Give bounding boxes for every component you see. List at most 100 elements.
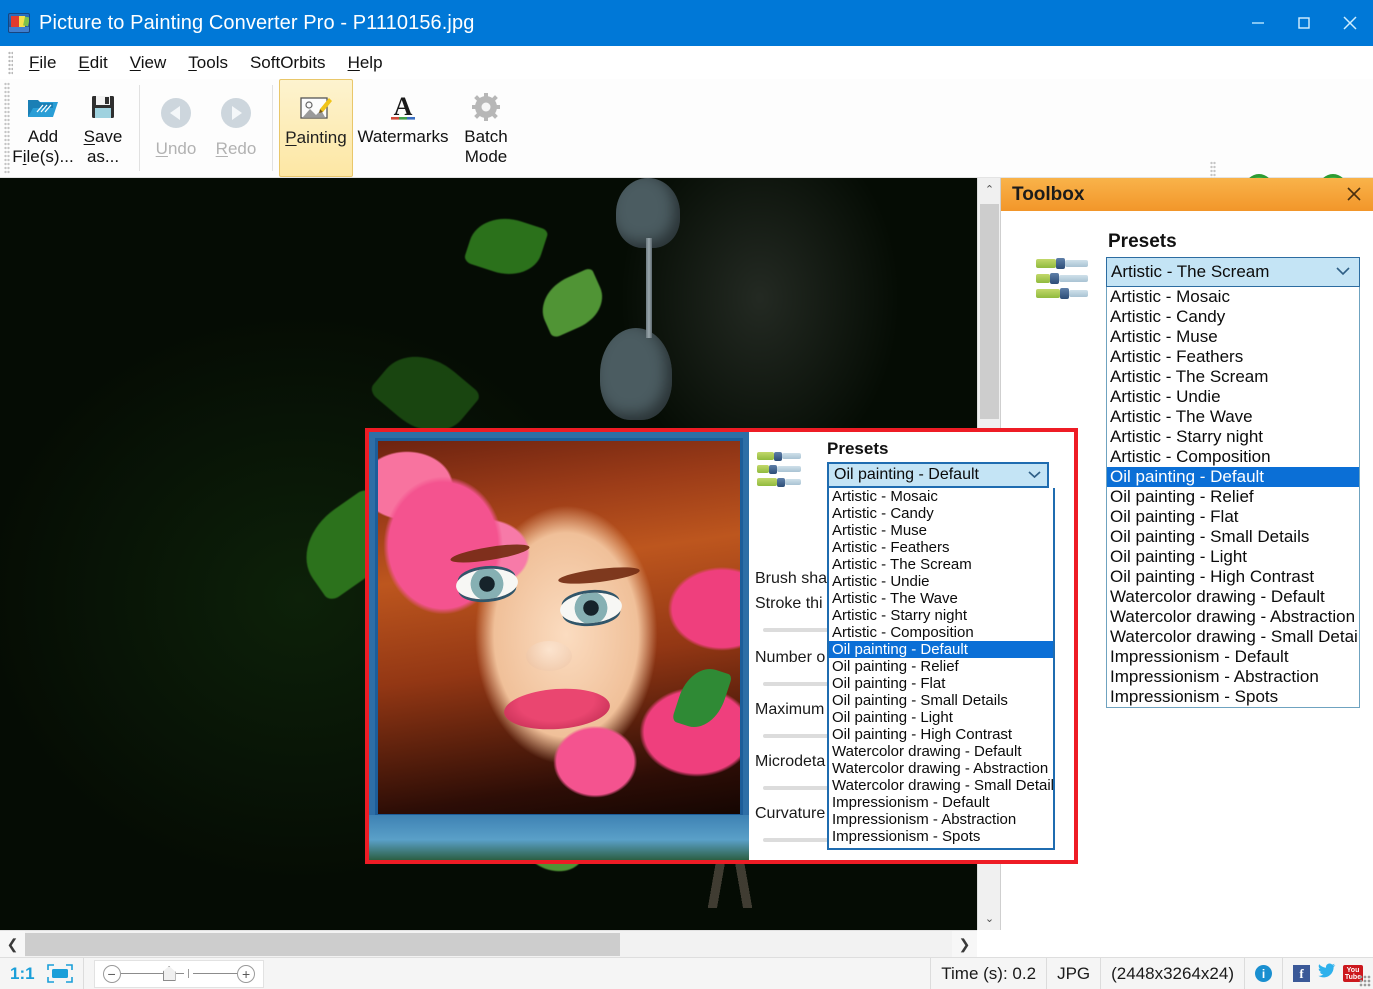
zoom-track-right[interactable] <box>193 972 238 975</box>
inset-preset-option[interactable]: Artistic - Mosaic <box>829 488 1053 505</box>
inset-preset-option[interactable]: Oil painting - High Contrast <box>829 726 1053 743</box>
zoom-track-mid[interactable] <box>175 972 184 975</box>
zoom-track-left[interactable] <box>120 972 163 975</box>
menu-item-softorbits[interactable]: SoftOrbits <box>239 51 337 75</box>
menu-item-tools[interactable]: Tools <box>177 51 239 75</box>
toolbox-title: Toolbox <box>1012 183 1085 205</box>
inset-preset-option[interactable]: Watercolor drawing - Small Details <box>829 777 1053 794</box>
inset-presets-combobox[interactable]: Oil painting - Default <box>827 462 1049 488</box>
scroll-up-button[interactable]: ⌃ <box>978 178 1001 201</box>
inset-preset-option[interactable]: Artistic - The Scream <box>829 556 1053 573</box>
maximize-button[interactable] <box>1281 0 1327 46</box>
preset-option[interactable]: Artistic - Candy <box>1107 307 1359 327</box>
menu-item-help[interactable]: Help <box>337 51 394 75</box>
inset-preset-option[interactable]: Artistic - Muse <box>829 522 1053 539</box>
preset-option[interactable]: Oil painting - Default <box>1107 467 1359 487</box>
scroll-down-button[interactable]: ⌄ <box>978 907 1001 930</box>
inset-preset-option[interactable]: Artistic - Starry night <box>829 607 1053 624</box>
inset-preset-option[interactable]: Oil painting - Flat <box>829 675 1053 692</box>
menu-item-edit[interactable]: Edit <box>67 51 118 75</box>
app-logo-icon <box>8 13 30 33</box>
close-button[interactable] <box>1327 0 1373 46</box>
minimize-button[interactable] <box>1235 0 1281 46</box>
info-cell[interactable]: i <box>1245 957 1283 989</box>
horizontal-scroll-thumb[interactable] <box>25 933 620 956</box>
painting-button[interactable]: Painting <box>279 79 353 177</box>
zoom-slider[interactable]: − + <box>93 959 265 988</box>
preset-option[interactable]: Artistic - Composition <box>1107 447 1359 467</box>
inset-preset-option[interactable]: Oil painting - Light <box>829 709 1053 726</box>
preset-option[interactable]: Artistic - Feathers <box>1107 347 1359 367</box>
undo-button[interactable]: Undo <box>146 79 206 177</box>
zoom-ratio-cell[interactable]: 1:1 <box>0 957 84 989</box>
inset-preset-option[interactable]: Artistic - Feathers <box>829 539 1053 556</box>
inset-preset-option[interactable]: Impressionism - Spots <box>829 828 1053 845</box>
preset-option[interactable]: Oil painting - Light <box>1107 547 1359 567</box>
inset-preset-option[interactable]: Artistic - Undie <box>829 573 1053 590</box>
presets-combobox[interactable]: Artistic - The Scream <box>1106 257 1360 287</box>
preset-option[interactable]: Oil painting - Small Details <box>1107 527 1359 547</box>
open-folder-icon <box>26 87 60 127</box>
preset-option[interactable]: Oil painting - High Contrast <box>1107 567 1359 587</box>
zoom-out-button[interactable]: − <box>102 964 121 983</box>
twitter-bird-icon[interactable] <box>1317 963 1336 985</box>
fit-to-screen-icon[interactable] <box>46 964 73 983</box>
inset-label-curvature: Curvature <box>755 805 826 822</box>
preset-option[interactable]: Artistic - The Scream <box>1107 367 1359 387</box>
menu-item-file[interactable]: File <box>18 51 67 75</box>
info-icon[interactable]: i <box>1255 965 1272 982</box>
vertical-scroll-thumb[interactable] <box>980 204 999 419</box>
inset-preset-option[interactable]: Oil painting - Default <box>829 641 1053 658</box>
redo-button[interactable]: Redo <box>206 79 266 177</box>
preset-option[interactable]: Artistic - Starry night <box>1107 427 1359 447</box>
watermarks-button[interactable]: A Watermarks <box>353 79 453 177</box>
preset-option[interactable]: Watercolor drawing - Small Details <box>1107 627 1359 647</box>
preset-option[interactable]: Artistic - Muse <box>1107 327 1359 347</box>
preset-option[interactable]: Impressionism - Spots <box>1107 687 1359 707</box>
preset-option[interactable]: Impressionism - Abstraction <box>1107 667 1359 687</box>
preset-option[interactable]: Watercolor drawing - Abstraction <box>1107 607 1359 627</box>
inset-preset-option[interactable]: Impressionism - Default <box>829 794 1053 811</box>
inset-preset-option[interactable]: Oil painting - Small Details <box>829 692 1053 709</box>
dimensions-cell: (2448x3264x24) <box>1101 957 1245 989</box>
svg-text:A: A <box>394 92 413 121</box>
preset-option[interactable]: Impressionism - Default <box>1107 647 1359 667</box>
zoom-in-button[interactable]: + <box>237 964 256 983</box>
scroll-left-button[interactable]: ❮ <box>0 931 25 958</box>
zoom-slider-handle[interactable] <box>162 966 176 981</box>
letter-a-icon: A <box>386 87 420 127</box>
preset-option[interactable]: Watercolor drawing - Default <box>1107 587 1359 607</box>
save-as-button[interactable]: Save as... <box>73 79 133 177</box>
batch-mode-button[interactable]: Batch Mode <box>453 79 519 177</box>
inset-preset-option[interactable]: Artistic - Composition <box>829 624 1053 641</box>
facebook-icon[interactable]: f <box>1293 965 1310 982</box>
scroll-right-button[interactable]: ❯ <box>952 931 977 958</box>
toolbox-close-icon[interactable] <box>1342 182 1366 206</box>
floppy-disk-icon <box>88 87 118 127</box>
magnified-inset: Brush sha Stroke thi Number o Maximum Mi… <box>365 428 1078 864</box>
inset-preset-option[interactable]: Watercolor drawing - Abstraction <box>829 760 1053 777</box>
zoom-slider-cell: − + <box>84 958 265 989</box>
inset-preset-option[interactable]: Oil painting - Relief <box>829 658 1053 675</box>
youtube-line1: You <box>1346 966 1360 974</box>
inset-eye-left <box>454 566 520 602</box>
presets-listbox[interactable]: Artistic - Mosaic Artistic - Candy Artisti… <box>1106 287 1360 708</box>
add-files-button[interactable]: Add File(s)... <box>12 79 74 177</box>
inset-presets-listbox[interactable]: Artistic - Mosaic Artistic - Candy Artisti… <box>827 488 1055 850</box>
inset-preset-option[interactable]: Impressionism - Abstraction <box>829 811 1053 828</box>
horizontal-scrollbar[interactable]: ❮ ❯ <box>0 930 977 958</box>
preset-option[interactable]: Artistic - Mosaic <box>1107 287 1359 307</box>
inset-label-brush-shape: Brush sha <box>755 570 828 587</box>
resize-grip[interactable] <box>1359 975 1371 987</box>
inset-preset-option[interactable]: Artistic - Candy <box>829 505 1053 522</box>
preset-option[interactable]: Artistic - Undie <box>1107 387 1359 407</box>
menu-item-view[interactable]: View <box>119 51 178 75</box>
lamp-shade-icon <box>600 328 672 420</box>
preset-option[interactable]: Oil painting - Relief <box>1107 487 1359 507</box>
preset-option[interactable]: Oil painting - Flat <box>1107 507 1359 527</box>
inset-label-maximum: Maximum <box>755 701 825 718</box>
inset-preset-option[interactable]: Artistic - The Wave <box>829 590 1053 607</box>
preset-option[interactable]: Artistic - The Wave <box>1107 407 1359 427</box>
inset-preset-option[interactable]: Watercolor drawing - Default <box>829 743 1053 760</box>
add-files-label-line1: Add <box>27 127 59 146</box>
